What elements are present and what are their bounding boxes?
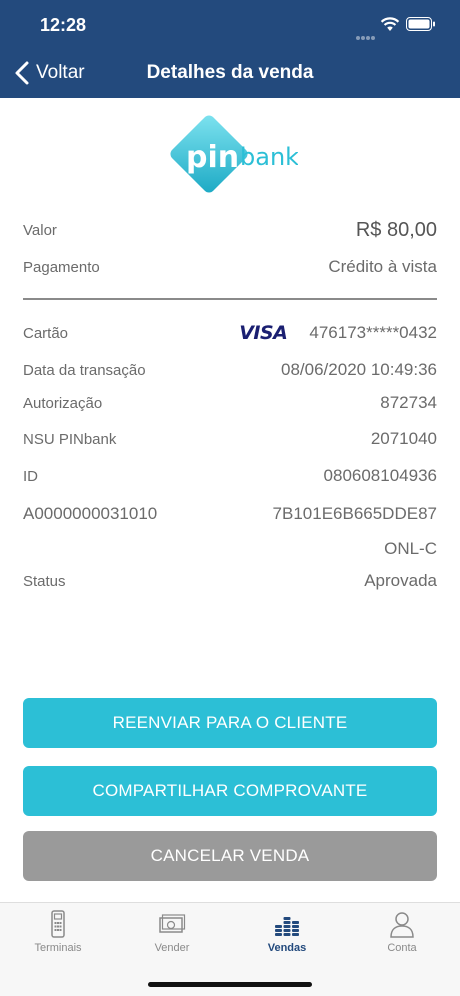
resend-button[interactable]: REENVIAR PARA O CLIENTE [23,698,437,748]
tab-vendas[interactable]: Vendas [237,909,337,965]
home-indicator[interactable] [148,982,312,987]
id-value: 080608104936 [323,466,437,485]
nsu-value: 2071040 [370,429,437,448]
logo-text-pin: pin [186,140,239,175]
pagamento-value: Crédito à vista [328,257,437,276]
nsu-label: NSU PINbank [23,430,117,448]
valor-label: Valor [23,221,57,239]
status-row: Status Aprovada [23,566,437,596]
nsu-row: NSU PINbank 2071040 [23,424,437,454]
tab-terminais[interactable]: Terminais [8,909,108,965]
battery-icon [406,17,435,31]
tab-label: Conta [387,942,417,954]
cancel-sale-button[interactable]: CANCELAR VENDA [23,831,437,881]
pagamento-row: Pagamento Crédito à vista [23,252,437,282]
status-time: 12:28 [40,15,87,35]
valor-value: R$ 80,00 [355,218,437,241]
onl-row: ONL-C [23,534,437,564]
terminal-icon [51,910,65,938]
pagamento-label: Pagamento [23,258,100,276]
data-row: Data da transação 08/06/2020 10:49:36 [23,355,437,385]
data-value: 08/06/2020 10:49:36 [281,360,437,379]
card-info: VISA 476173*****0432 [239,322,437,344]
status-label: Status [23,572,66,590]
id-row: ID 080608104936 [23,461,437,491]
pinbank-logo: pin bank [170,115,298,193]
aid-label: A0000000031010 [23,504,158,523]
card-number: 476173*****0432 [309,323,437,342]
cartao-row: Cartão VISA 476173*****0432 [23,318,437,348]
tab-label: Vendas [267,942,307,954]
visa-logo-icon: VISA [239,322,288,344]
id-label: ID [23,467,38,485]
data-label: Data da transação [23,361,146,379]
user-icon [390,912,414,938]
tab-conta[interactable]: Conta [352,909,452,965]
divider [23,298,437,300]
cellular-signal-icon [356,27,376,40]
logo-text-bank: bank [240,143,298,171]
tab-label: Vender [154,942,190,954]
tab-vender[interactable]: Vender [122,909,222,965]
status-value: Aprovada [364,571,437,590]
wifi-icon [380,17,400,31]
aid-row: A0000000031010 7B101E6B665DDE87 [23,499,437,529]
autorizacao-row: Autorização 872734 [23,388,437,418]
share-receipt-button[interactable]: COMPARTILHAR COMPROVANTE [23,766,437,816]
header-bar: 12:28 Voltar Detalhes da venda [0,0,460,98]
autorizacao-value: 872734 [380,393,437,412]
tab-label: Terminais [34,942,82,954]
coins-icon [275,917,299,936]
autorizacao-label: Autorização [23,394,103,412]
aid-value: 7B101E6B665DDE87 [272,504,437,523]
onl-value: ONL-C [384,539,437,558]
page-title: Detalhes da venda [146,62,314,83]
valor-row: Valor R$ 80,00 [23,215,437,245]
cash-icon [159,914,186,933]
cartao-label: Cartão [23,324,69,342]
